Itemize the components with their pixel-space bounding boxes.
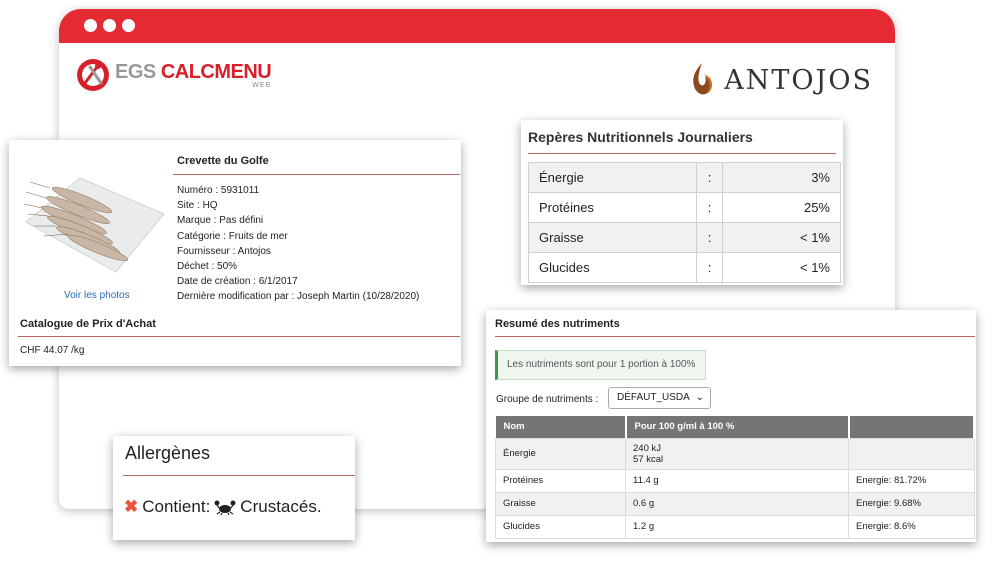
stage: EGS CALCMENU WEB ANTOJOS Voir les photos…: [0, 0, 997, 563]
nutrient-value: 25%: [722, 192, 841, 223]
product-number: Numéro : 5931011: [177, 185, 260, 196]
divider: [528, 153, 836, 154]
calcmenu-brand-text: CALCMENU: [160, 60, 272, 83]
energy-kj: 240 kJ: [633, 442, 661, 454]
nutrient-amount: 240 kJ 57 kcal: [625, 437, 849, 470]
window-dot-icon[interactable]: [122, 19, 135, 32]
divider: [495, 336, 975, 337]
nutrient-value: 3%: [722, 162, 841, 193]
nutrient-value: < 1%: [722, 252, 841, 283]
egs-calcmenu-logo: EGS CALCMENU WEB: [75, 57, 272, 93]
window-dot-icon[interactable]: [103, 19, 116, 32]
flame-logo-icon: [693, 63, 713, 95]
nutrient-group-label: Groupe de nutriments :: [496, 394, 599, 405]
divider: [173, 174, 460, 175]
nutrient-summary-card: Resumé des nutriments Les nutriments son…: [486, 310, 976, 542]
product-brand: Marque : Pas défini: [177, 215, 264, 227]
table-row: Protéines : 25%: [528, 192, 841, 223]
table-row: Glucides : < 1%: [528, 252, 841, 283]
nutrient-value: < 1%: [722, 222, 841, 253]
table-row: Graisse : < 1%: [528, 222, 841, 253]
catalogue-title: Catalogue de Prix d'Achat: [20, 318, 156, 330]
separator: :: [696, 162, 723, 193]
browser-title-bar: [59, 9, 895, 43]
separator: :: [696, 252, 723, 283]
table-row: Énergie : 3%: [528, 162, 841, 193]
energy-kcal: 57 kcal: [633, 453, 664, 465]
column-header-name: Nom: [495, 416, 627, 438]
window-dot-icon[interactable]: [84, 19, 97, 32]
antojos-logo: ANTOJOS: [690, 62, 873, 98]
allergen-card: Allergènes ✖ Contient: Crustacés.: [113, 436, 355, 540]
nutrient-energy-share: [848, 437, 975, 470]
nutrient-label: Graisse: [528, 222, 697, 253]
daily-nutrition-table: Énergie : 3% Protéines : 25% Graisse : <…: [528, 162, 841, 283]
cross-icon: ✖: [124, 497, 139, 516]
nutrient-name: Graisse: [495, 491, 626, 516]
nutrient-energy-share: Energie: 9.68%: [848, 491, 975, 516]
nutrient-name: Protéines: [495, 468, 626, 493]
nutrient-energy-share: Energie: 8.6%: [848, 514, 975, 539]
daily-nutrition-title: Repères Nutritionnels Journaliers: [528, 129, 753, 145]
product-waste: Déchet : 50%: [177, 261, 238, 273]
table-row: Énergie 240 kJ 57 kcal: [495, 437, 975, 470]
table-row: Protéines 11.4 g Energie: 81.72%: [495, 468, 975, 493]
fork-knife-logo-icon: [77, 59, 109, 91]
product-category: Catégorie : Fruits de mer: [177, 230, 288, 242]
product-info-list: Numéro : 5931011 Site : HQ Marque : Pas …: [177, 183, 419, 305]
web-brand-text: WEB: [252, 81, 272, 89]
price-value: CHF 44.07 /kg: [20, 345, 85, 356]
nutrient-group-value: DÉFAUT_USDA: [617, 392, 690, 403]
nutrient-label: Énergie: [528, 162, 697, 193]
nutrient-name: Glucides: [495, 514, 626, 539]
divider: [18, 336, 460, 337]
column-header-per-100: Pour 100 g/ml à 100 %: [625, 416, 850, 438]
separator: :: [696, 192, 723, 223]
product-created: Date de création : 6/1/2017: [177, 276, 298, 288]
nutrient-summary-table: Nom Pour 100 g/ml à 100 % Énergie 240 kJ…: [495, 416, 975, 539]
product-name: Crevette du Golfe: [177, 155, 269, 167]
egs-brand-text: EGS: [115, 60, 156, 83]
nutrient-label: Glucides: [528, 252, 697, 283]
chevron-down-icon: ⌄: [695, 392, 704, 403]
table-row: Graisse 0.6 g Energie: 9.68%: [495, 491, 975, 516]
nutrient-amount: 1.2 g: [625, 514, 849, 539]
shrimp-photo[interactable]: [20, 152, 168, 286]
portion-info-alert: Les nutriments sont pour 1 portion à 100…: [495, 350, 706, 380]
antojos-brand-text: ANTOJOS: [724, 64, 873, 96]
nutrient-label: Protéines: [528, 192, 697, 223]
allergen-row: ✖ Contient: Crustacés.: [124, 497, 322, 517]
contains-label: Contient:: [142, 497, 211, 516]
allergen-title: Allergènes: [125, 443, 211, 463]
product-card: Voir les photos Crevette du Golfe Numéro…: [9, 140, 461, 366]
nutrient-amount: 0.6 g: [625, 491, 849, 516]
product-site: Site : HQ: [177, 200, 218, 212]
view-photos-link[interactable]: Voir les photos: [64, 290, 130, 301]
nutrient-amount: 11.4 g: [625, 468, 849, 493]
table-row: Glucides 1.2 g Energie: 8.6%: [495, 514, 975, 539]
nutrient-energy-share: Energie: 81.72%: [848, 468, 975, 493]
separator: :: [696, 222, 723, 253]
divider: [123, 475, 355, 476]
product-supplier: Fournisseur : Antojos: [177, 245, 271, 257]
nutrient-name: Énergie: [495, 437, 626, 470]
crab-icon: [214, 500, 236, 515]
nutrient-summary-title: Resumé des nutriments: [495, 318, 620, 330]
table-header-row: Nom Pour 100 g/ml à 100 %: [495, 416, 975, 438]
column-header-energy: [848, 416, 975, 438]
nutrient-group-select[interactable]: DÉFAUT_USDA ⌄: [608, 387, 711, 409]
product-modified: Dernière modification par : Joseph Marti…: [177, 291, 420, 303]
daily-nutrition-card: Repères Nutritionnels Journaliers Énergi…: [521, 120, 843, 285]
allergen-name: Crustacés.: [240, 497, 322, 516]
